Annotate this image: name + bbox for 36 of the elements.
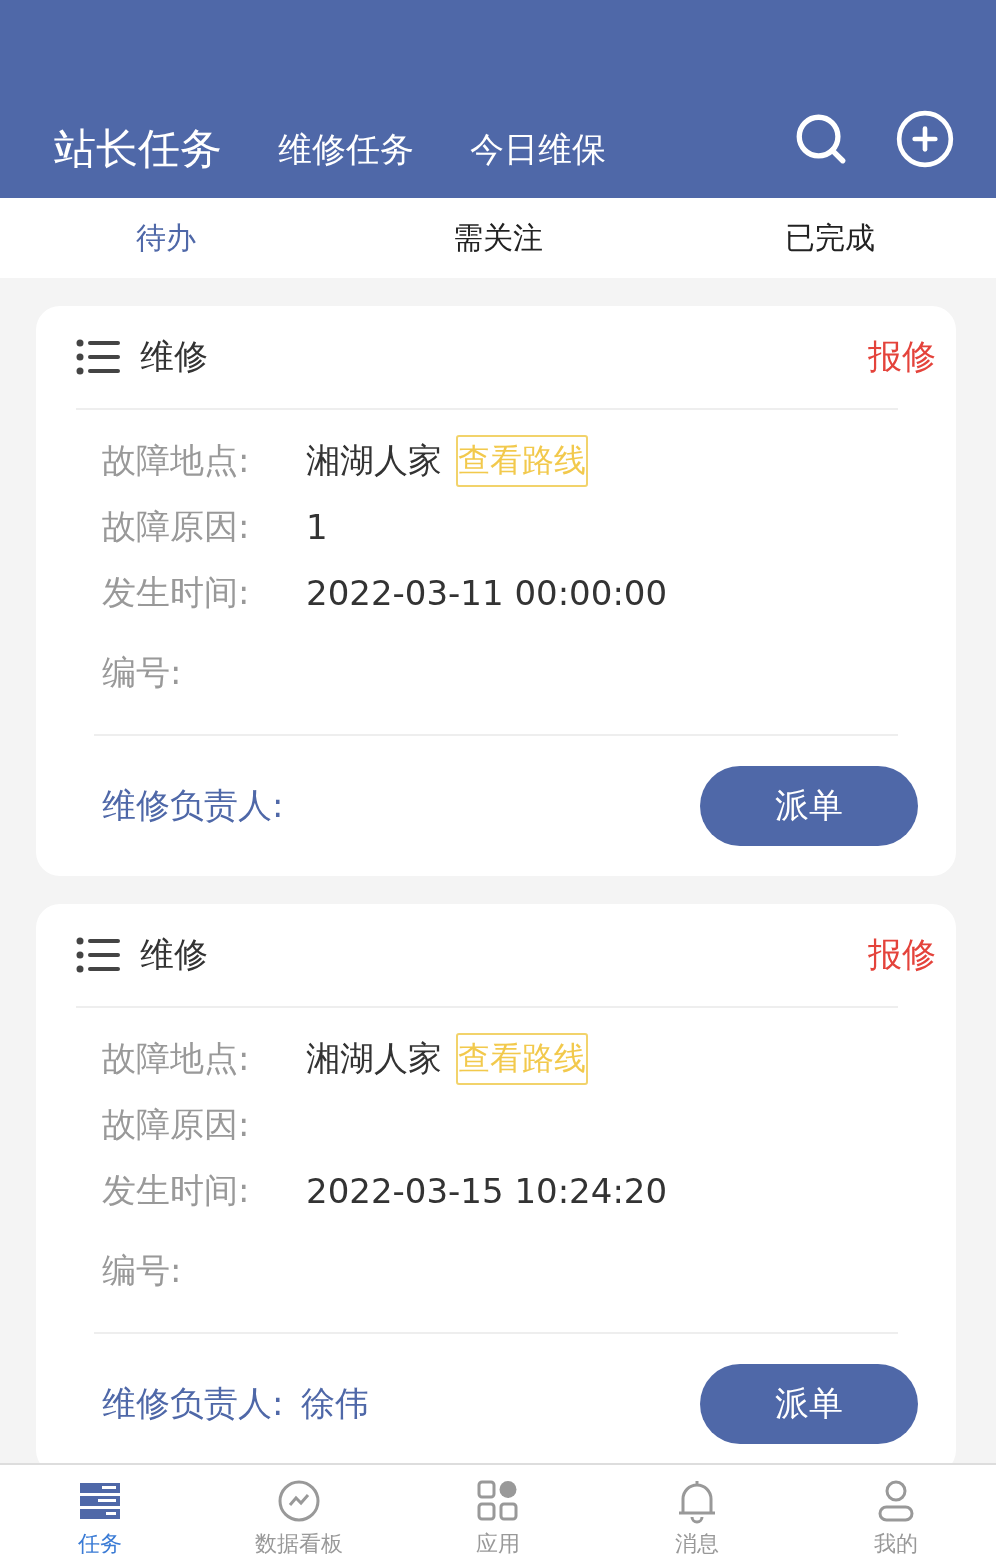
filter-tab[interactable]: 待办 bbox=[0, 198, 332, 278]
field-value: 2022-03-15 10:24:20 bbox=[306, 1171, 668, 1211]
owner-label: 维修负责人: bbox=[102, 784, 284, 827]
card-title: 维修 bbox=[140, 933, 208, 976]
header-tab[interactable]: 今日维保 bbox=[470, 132, 606, 170]
field-value: 2022-03-11 00:00:00 bbox=[306, 573, 668, 613]
owner-name: 徐伟 bbox=[301, 1382, 370, 1425]
field-label: 故障原因: bbox=[102, 505, 251, 548]
field-label: 故障地点: bbox=[102, 1037, 251, 1080]
field-label: 故障原因: bbox=[102, 1103, 251, 1146]
field-label: 编号: bbox=[102, 1249, 183, 1292]
status-label: 报修 bbox=[868, 335, 936, 378]
add-icon[interactable] bbox=[894, 108, 956, 170]
field-label: 编号: bbox=[102, 651, 183, 694]
list-icon bbox=[76, 338, 120, 376]
field-value: 湘湖人家 bbox=[306, 439, 442, 482]
list-icon bbox=[76, 936, 120, 974]
card-title: 维修 bbox=[140, 335, 208, 378]
nav-tab[interactable]: 数据看板 bbox=[254, 1529, 343, 1559]
filter-tab[interactable]: 已完成 bbox=[664, 198, 996, 278]
nav-tab[interactable]: 应用 bbox=[476, 1529, 520, 1559]
header-tab[interactable]: 站长任务 bbox=[54, 128, 222, 170]
nav-tab[interactable]: 任务 bbox=[77, 1529, 122, 1559]
dispatch-button[interactable]: 派单 bbox=[700, 1364, 918, 1444]
nav-tab[interactable]: 消息 bbox=[675, 1529, 720, 1559]
field-label: 发生时间: bbox=[102, 571, 251, 614]
field-label: 故障地点: bbox=[102, 439, 251, 482]
field-value: 1 bbox=[306, 507, 328, 547]
dispatch-button[interactable]: 派单 bbox=[700, 766, 918, 846]
field-value: 湘湖人家 bbox=[306, 1037, 442, 1080]
owner-label: 维修负责人: bbox=[102, 1382, 284, 1425]
field-label: 发生时间: bbox=[102, 1169, 251, 1212]
header-tab[interactable]: 维修任务 bbox=[278, 132, 414, 170]
status-label: 报修 bbox=[868, 933, 936, 976]
nav-tab[interactable]: 我的 bbox=[874, 1529, 919, 1559]
filter-tab[interactable]: 需关注 bbox=[332, 198, 664, 278]
